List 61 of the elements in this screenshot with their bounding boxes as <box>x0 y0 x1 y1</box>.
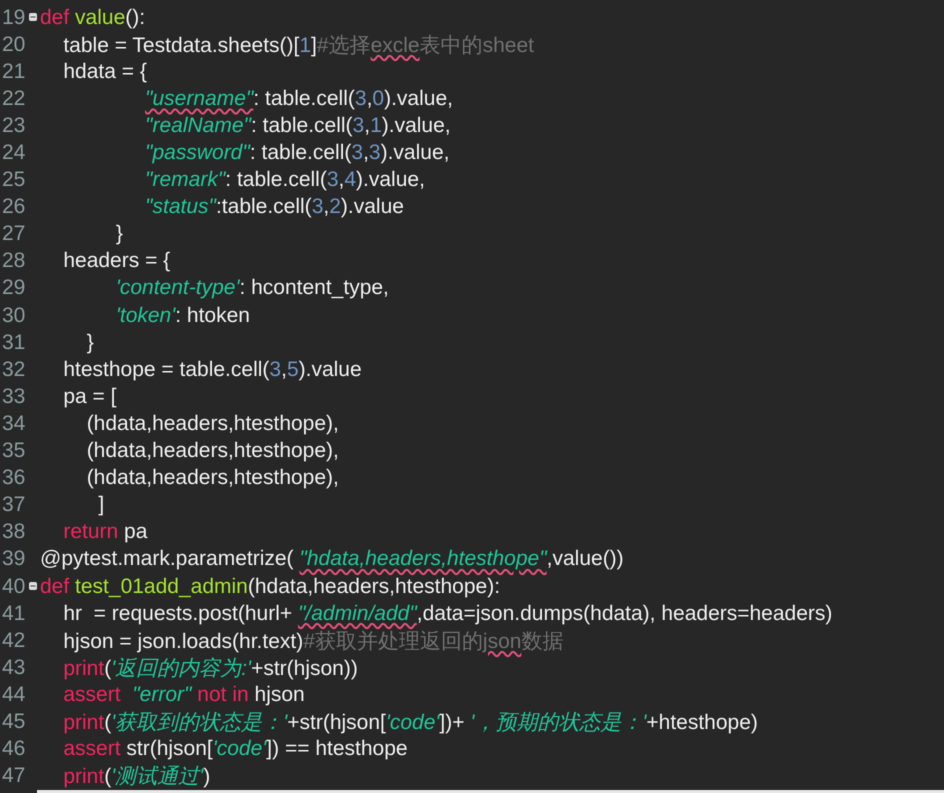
line-number: 30 <box>1 304 26 328</box>
line-number: 27 <box>1 222 26 246</box>
code-line: return pa <box>62 520 148 544</box>
code-line: (hdata,headers,htesthope), <box>86 412 339 436</box>
code-line: assert "error" not in hjson <box>62 682 305 707</box>
line-number: 36 <box>1 466 26 490</box>
code-line: hr = requests.post(hurl+ "/admin/add",data=json.dumps(hdata), headers=headers) <box>62 602 832 626</box>
code-line: } <box>114 222 123 246</box>
code-line: htesthope = table.cell(3,5).value <box>62 358 362 382</box>
code-line: hjson = json.loads(hr.text)#获取并处理返回的json数据 <box>62 628 564 655</box>
horizontal-scrollbar[interactable] <box>37 790 944 793</box>
line-number: 25 <box>1 168 26 192</box>
code-line: print('获取到的状态是：'+str(hjson['code'])+ '，预期的状态是：'+htesthope) <box>62 710 758 736</box>
code-line: headers = { <box>62 249 170 274</box>
code-line: 'token': htoken <box>114 304 250 328</box>
line-number: 41 <box>1 602 26 626</box>
line-number: 34 <box>1 412 26 436</box>
code-line: (hdata,headers,htesthope), <box>86 466 339 490</box>
line-number: 21 <box>1 60 26 84</box>
code-line: hdata = { <box>62 60 147 84</box>
line-number: 20 <box>1 32 26 57</box>
line-number: 39 <box>1 547 26 572</box>
line-number: 33 <box>1 384 26 409</box>
code-line: "password": table.cell(3,3).value, <box>144 141 450 166</box>
code-line: "status":table.cell(3,2).value <box>144 195 404 220</box>
code-line: table = Testdata.sheets()[1]#选择excle表中的sheet <box>62 32 534 59</box>
line-number: 44 <box>1 682 26 707</box>
code-line: assert str(hjson['code']) == htesthope <box>62 737 408 762</box>
code-line: pa = [ <box>62 384 116 409</box>
line-number: 19 <box>1 6 26 30</box>
line-number: 35 <box>1 439 26 464</box>
code-line: ] <box>97 493 104 518</box>
code-line: "remark": table.cell(3,4).value, <box>144 168 425 192</box>
fold-icon[interactable] <box>29 12 37 21</box>
line-number: 24 <box>1 141 26 166</box>
code-line: } <box>86 330 94 355</box>
line-number: 22 <box>1 86 26 111</box>
line-number: 37 <box>1 493 26 518</box>
code-line: 'content-type': hcontent_type, <box>114 276 389 300</box>
line-number: 28 <box>1 249 26 274</box>
line-number: 26 <box>1 195 26 220</box>
line-number: 46 <box>1 737 26 762</box>
code-line: @pytest.mark.parametrize( "hdata,headers,htesthope",value()) <box>40 547 624 572</box>
line-number: 42 <box>1 628 26 653</box>
line-number: 38 <box>1 520 26 544</box>
line-number: 29 <box>1 276 26 300</box>
line-number: 47 <box>1 764 26 788</box>
code-line: "username": table.cell(3,0).value, <box>144 86 453 111</box>
code-line: (hdata,headers,htesthope), <box>86 439 339 464</box>
line-number: 32 <box>1 358 26 382</box>
line-number: 23 <box>1 114 26 138</box>
code-line: print('返回的内容为:'+str(hjson)) <box>62 656 358 682</box>
line-number: 31 <box>1 330 26 355</box>
code-line: print('测试通过') <box>62 764 210 790</box>
fold-icon[interactable] <box>29 582 37 590</box>
line-number: 45 <box>1 710 26 734</box>
code-line: def value(): <box>40 6 146 30</box>
code-line: "realName": table.cell(3,1).value, <box>144 114 451 138</box>
line-number: 43 <box>1 656 26 680</box>
code-line: def test_01add_admin(hdata,headers,htesthope): <box>40 574 500 599</box>
line-number: 40 <box>1 574 26 599</box>
